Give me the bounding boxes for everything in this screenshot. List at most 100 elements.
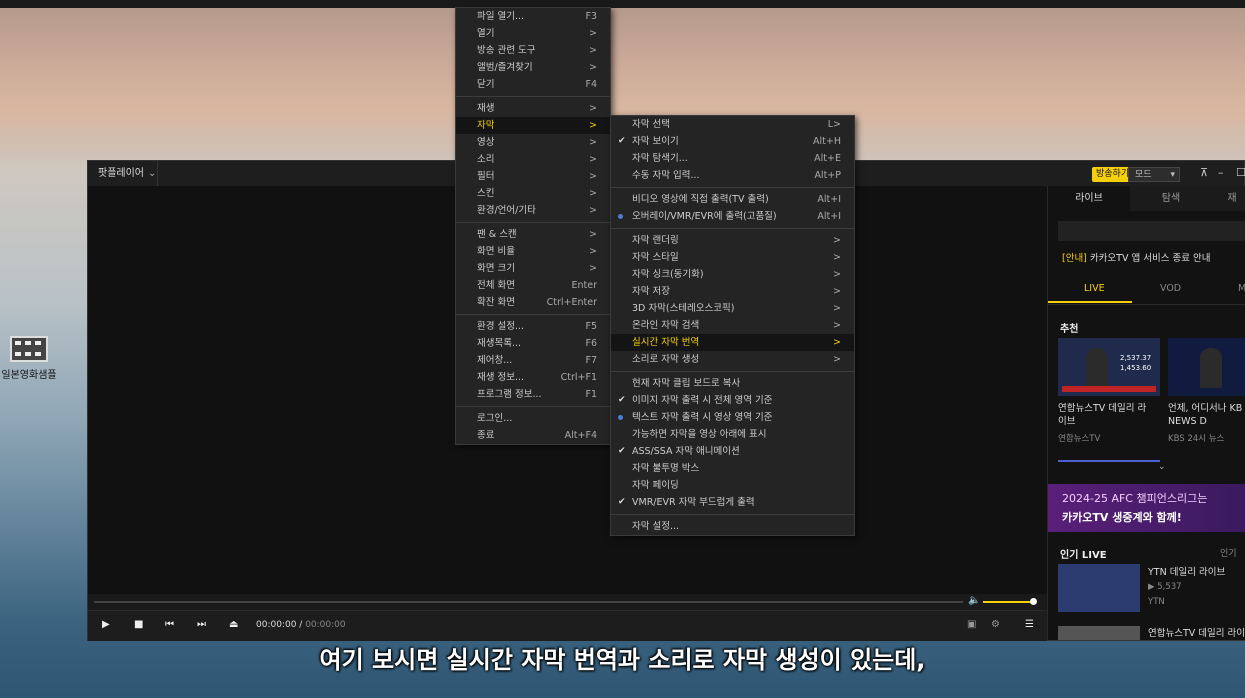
menu-item-label: 필터 (477, 171, 495, 182)
subtitle-menu-item-가능하면-자막을-영상-아래에-표시[interactable]: 가능하면 자막을 영상 아래에 표시 (611, 426, 854, 443)
maximize-icon[interactable]: ☐ (1236, 166, 1245, 179)
tab-explore[interactable]: 탐색 (1130, 186, 1212, 211)
main-menu-item-확잔-화면[interactable]: 확잔 화면 Ctrl+Enter (456, 294, 610, 311)
subtitle-menu-item-3d-자막-스테레오스코픽[interactable]: 3D 자막(스테레오스코픽) > (611, 300, 854, 317)
recommend-thumb-1[interactable]: 2,537.37 1,453.60 (1058, 338, 1160, 396)
subtitle-menu-item-자막-저장[interactable]: 자막 저장 > (611, 283, 854, 300)
subtitle-menu-item-수동-자막-입력[interactable]: 수동 자막 입력... Alt+P (611, 167, 854, 184)
card-channel-2: KBS 24시 뉴스 (1168, 434, 1225, 444)
desktop-video-icon[interactable]: 일본영화샘플 (0, 336, 58, 381)
popular-thumb-2[interactable] (1058, 626, 1140, 640)
main-menu-item-화면-비율[interactable]: 화면 비율 > (456, 243, 610, 260)
afc-banner[interactable]: 2024-25 AFC 챔피언스리그는 카카오TV 생중계와 함께! (1048, 484, 1245, 532)
subtitle-menu-item-자막-설정[interactable]: 자막 설정... (611, 518, 854, 535)
popular-title-2[interactable]: 연합뉴스TV 데일리 라이 (1148, 627, 1245, 640)
main-menu-item-열기[interactable]: 열기 > (456, 25, 610, 42)
subtitle-menu-item-자막-보이기[interactable]: ✔ 자막 보이기 Alt+H (611, 133, 854, 150)
menu-separator (456, 314, 610, 315)
subtitle-menu-item-현재-자막-클립-보드로-복사[interactable]: 현재 자막 클립 보드로 복사 (611, 375, 854, 392)
app-menu-button[interactable]: 팟플레이어 ⌄ (88, 161, 158, 186)
stop-icon[interactable]: ■ (134, 619, 143, 630)
eject-icon[interactable]: ⏏ (229, 619, 238, 630)
previous-icon[interactable]: ⏮ (165, 619, 174, 630)
main-menu-item-재생-정보[interactable]: 재생 정보... Ctrl+F1 (456, 369, 610, 386)
subtitle-menu-item-실시간-자막-번역[interactable]: 실시간 자막 번역 > (611, 334, 854, 351)
menu-item-shortcut: > (589, 171, 597, 182)
subtitle-menu-item-오버레이-vmr-evr에-출력-고품질[interactable]: 오버레이/VMR/EVR에 출력(고품질) Alt+I (611, 208, 854, 225)
menu-item-label: 재생 (477, 103, 495, 114)
menu-item-shortcut: F4 (585, 79, 597, 90)
menu-item-label: 열기 (477, 28, 495, 39)
subtitle-menu-item-자막-페이딩[interactable]: 자막 페이딩 (611, 477, 854, 494)
popular-title-1[interactable]: YTN 데일리 라이브 (1148, 566, 1225, 579)
subtitle-menu-item-자막-불투명-박스[interactable]: 자막 불투명 박스 (611, 460, 854, 477)
menu-item-label: 재생 정보... (477, 372, 525, 383)
main-menu-item-자막[interactable]: 자막 > (456, 117, 610, 134)
main-menu-item-로그인[interactable]: 로그인... (456, 410, 610, 427)
subtitle-menu-item-vmr-evr-자막-부드럽게-출력[interactable]: ✔ VMR/EVR 자막 부드럽게 출력 (611, 494, 854, 511)
tab-live[interactable]: 라이브 (1048, 186, 1130, 211)
broadcast-button[interactable]: 방송하기 (1092, 167, 1134, 182)
subtitle-menu-item-자막-싱크-동기화[interactable]: 자막 싱크(동기화) > (611, 266, 854, 283)
menu-item-shortcut: F3 (585, 11, 597, 22)
main-menu-item-방송-관련-도구[interactable]: 방송 관련 도구 > (456, 42, 610, 59)
next-icon[interactable]: ⏭ (197, 619, 206, 630)
subtitle-menu-item-자막-선택[interactable]: 자막 선택 L> (611, 116, 854, 133)
minimize-icon[interactable]: – (1218, 166, 1224, 179)
subtitle-menu-item-텍스트-자막-출력-시-영상-영역-기준[interactable]: 텍스트 자막 출력 시 영상 영역 기준 (611, 409, 854, 426)
main-menu-item-재생[interactable]: 재생 > (456, 100, 610, 117)
main-menu-item-환경-언어-기타[interactable]: 환경/언어/기타 > (456, 202, 610, 219)
card-title-2[interactable]: 언제, 어디서나 KB NEWS D (1168, 402, 1242, 428)
subtitle-menu-item-소리로-자막-생성[interactable]: 소리로 자막 생성 > (611, 351, 854, 368)
sidebar-search-input[interactable] (1058, 221, 1245, 241)
main-menu-item-종료[interactable]: 종료 Alt+F4 (456, 427, 610, 444)
main-menu-item-소리[interactable]: 소리 > (456, 151, 610, 168)
main-menu-item-재생목록[interactable]: 재생목록... F6 (456, 335, 610, 352)
main-menu-item-프로그램-정보[interactable]: 프로그램 정보... F1 (456, 386, 610, 403)
subtitle-menu-item-ass-ssa-자막-애니메이션[interactable]: ✔ ASS/SSA 자막 애니메이션 (611, 443, 854, 460)
main-menu-item-앨범-즐겨찾기[interactable]: 앨범/즐겨찾기 > (456, 59, 610, 76)
volume-knob[interactable] (1030, 598, 1037, 605)
seek-track[interactable] (94, 601, 963, 603)
subtab-vod[interactable]: VOD (1160, 283, 1181, 294)
mode-dropdown[interactable]: 모드 ▾ (1128, 167, 1180, 182)
seek-bar[interactable]: 🔈 (88, 594, 1047, 610)
main-menu-item-필터[interactable]: 필터 > (456, 168, 610, 185)
card-title-1-line2: 이브 (1058, 416, 1076, 427)
desktop-icon-label: 일본영화샘플 (1, 370, 57, 381)
tab-more[interactable]: 재 (1212, 186, 1245, 211)
subtitle-menu-item-자막-스타일[interactable]: 자막 스타일 > (611, 249, 854, 266)
main-menu-item-전체-화면[interactable]: 전체 화면 Enter (456, 277, 610, 294)
volume-icon[interactable]: 🔈 (968, 595, 980, 606)
card-title-1[interactable]: 연합뉴스TV 데일리 라 이브 (1058, 402, 1146, 428)
chevron-down-icon[interactable]: ⌄ (1158, 462, 1166, 472)
play-icon[interactable]: ▶ (102, 619, 110, 630)
main-menu-item-영상[interactable]: 영상 > (456, 134, 610, 151)
subtab-m[interactable]: M (1238, 283, 1245, 294)
subtitle-menu-item-이미지-자막-출력-시-전체-영역-기준[interactable]: ✔ 이미지 자막 출력 시 전체 영역 기준 (611, 392, 854, 409)
subtitle-menu-item-온라인-자막-검색[interactable]: 온라인 자막 검색 > (611, 317, 854, 334)
main-menu-item-파일-열기[interactable]: 파일 열기... F3 (456, 8, 610, 25)
subtitle-menu-item-자막-랜더링[interactable]: 자막 랜더링 > (611, 232, 854, 249)
popular-more-link[interactable]: 인기 (1220, 546, 1237, 559)
main-menu-item-닫기[interactable]: 닫기 F4 (456, 76, 610, 93)
main-menu-item-팬-스캔[interactable]: 팬 & 스캔 > (456, 226, 610, 243)
main-menu-item-환경-설정[interactable]: 환경 설정... F5 (456, 318, 610, 335)
notice-link[interactable]: [안내] 카카오TV 앱 서비스 종료 안내 (1062, 250, 1210, 264)
recommend-thumb-2[interactable] (1168, 338, 1245, 396)
menu-item-shortcut: > (833, 269, 841, 280)
gear-icon[interactable]: ⚙ (991, 619, 1000, 630)
playlist-menu-icon[interactable]: ☰ (1025, 619, 1034, 630)
subtitle-menu-item-자막-탐색기[interactable]: 자막 탐색기... Alt+E (611, 150, 854, 167)
subtab-live[interactable]: LIVE (1084, 283, 1105, 294)
main-menu-item-스킨[interactable]: 스킨 > (456, 185, 610, 202)
subtitle-menu-item-비디오-영상에-직접-출력-tv-출력[interactable]: 비디오 영상에 직접 출력(TV 출력) Alt+I (611, 191, 854, 208)
main-menu-item-화면-크기[interactable]: 화면 크기 > (456, 260, 610, 277)
dropdown-arrow-icon: ▾ (1170, 170, 1175, 180)
popular-thumb-1[interactable] (1058, 564, 1140, 612)
main-menu-item-제어창[interactable]: 제어창... F7 (456, 352, 610, 369)
capture-icon[interactable]: ▣ (967, 619, 976, 630)
pin-icon[interactable]: ⊼ (1200, 166, 1208, 179)
checkmark-icon: ✔ (618, 395, 626, 405)
volume-slider[interactable] (983, 601, 1033, 603)
